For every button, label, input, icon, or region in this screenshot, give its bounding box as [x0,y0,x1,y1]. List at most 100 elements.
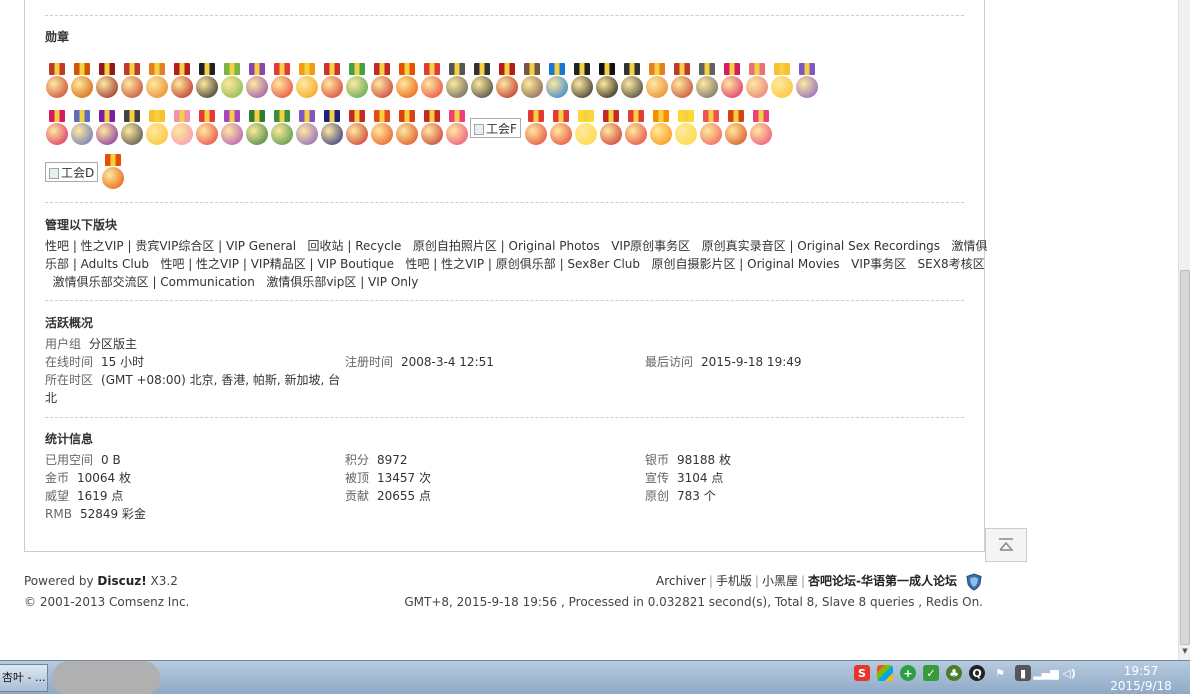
medal-icon[interactable] [420,63,444,99]
medal-icon[interactable] [270,110,294,146]
medal-icon[interactable] [574,110,598,146]
medal-icon[interactable] [695,63,719,99]
managed-forums-line[interactable]: 乐部 | Adults Club 性吧 | 性之VIP | VIP精品区 | V… [45,255,985,273]
medal-icon[interactable] [195,63,219,99]
medal-icon[interactable] [170,110,194,146]
medal-icon[interactable] [645,63,669,99]
medal-icon[interactable] [320,63,344,99]
medal-icon[interactable] [395,63,419,99]
medal-icon[interactable] [749,110,773,146]
stat-prestige: 威望 1619 点 [45,487,123,505]
medal-icon[interactable] [120,63,144,99]
medal-icon[interactable] [120,110,144,146]
qq-icon[interactable]: Q [969,665,985,681]
medal-icon[interactable] [445,63,469,99]
medal-icon[interactable] [670,63,694,99]
medal-icon[interactable] [320,110,344,146]
system-tray: S + ✓ ♣ Q ⚑ ▮ ▂▄▆ ◁) [854,665,1084,681]
medal-icon[interactable] [145,110,169,146]
back-to-top-button[interactable] [985,528,1027,562]
medal-icon[interactable] [245,110,269,146]
medal-icon[interactable] [295,63,319,99]
medal-icon[interactable] [95,63,119,99]
scrollbar-thumb[interactable] [1180,270,1190,645]
medal-icon[interactable] [620,63,644,99]
medal-icon[interactable] [45,63,69,99]
managed-forums-line[interactable]: 性吧 | 性之VIP | 贵宾VIP综合区 | VIP General 回收站 … [45,237,988,255]
medal-icon[interactable] [220,63,244,99]
medal-icon[interactable] [345,110,369,146]
medal-icon[interactable] [220,110,244,146]
medal-icon[interactable] [420,110,444,146]
medal-icon[interactable] [549,110,573,146]
medal-icon[interactable] [345,63,369,99]
stat-value: 8972 [377,453,408,467]
usb-icon[interactable]: ▮ [1015,665,1031,681]
flag-icon[interactable]: ⚑ [992,665,1008,681]
medal-icon[interactable] [470,63,494,99]
medal-icon[interactable] [599,110,623,146]
stat-label: 宣传 [645,471,670,485]
medal-icon[interactable] [699,110,723,146]
medal-icon[interactable] [595,63,619,99]
arrow-up-icon [999,538,1014,551]
volume-icon[interactable]: ◁) [1061,665,1077,681]
medals-title: 勋章 [45,30,70,44]
medal-icon[interactable] [674,110,698,146]
managed-forums-line[interactable]: 激情俱乐部交流区 | Communication 激情俱乐部vip区 | VIP… [45,273,965,291]
clock[interactable]: 19:57 2015/9/18 [1110,664,1172,694]
stat-original: 原创 783 个 [645,487,716,505]
network-icon[interactable]: ▂▄▆ [1033,665,1058,681]
tree-icon[interactable]: ♣ [946,665,962,681]
medal-icon[interactable] [724,110,748,146]
discuz-link[interactable]: Discuz! [97,574,146,588]
medal-icon[interactable] [245,63,269,99]
360-security-icon[interactable]: + [900,665,916,681]
medal-icon[interactable] [445,110,469,146]
medal-icon[interactable] [295,110,319,146]
broken-medal-image[interactable]: 工会F [470,118,521,138]
blackroom-link[interactable]: 小黑屋 [762,571,798,592]
medal-icon[interactable] [195,110,219,146]
medal-icon[interactable] [70,63,94,99]
windows-flag-icon[interactable] [877,665,893,681]
medal-icon[interactable] [370,110,394,146]
vertical-scrollbar[interactable]: ▼ [1178,0,1190,660]
medal-icon[interactable] [545,63,569,99]
managed-forums-list: 性吧 | 性之VIP | 贵宾VIP综合区 | VIP General 回收站 … [45,237,988,291]
taskbar-window-button[interactable]: 杏叶 - ... [0,664,48,692]
medal-icon[interactable] [720,63,744,99]
medal-icon[interactable] [370,63,394,99]
medal-icon[interactable] [170,63,194,99]
medal-icon[interactable] [70,110,94,146]
security-shield-icon[interactable] [965,572,983,591]
medal-icon[interactable] [624,110,648,146]
scroll-down-arrow-icon[interactable]: ▼ [1180,647,1190,659]
shield-icon[interactable]: ✓ [923,665,939,681]
stat-label: 已用空间 [45,453,94,467]
medal-icon[interactable] [745,63,769,99]
broken-medal-image[interactable]: 工会D [45,162,99,182]
medal-icon[interactable] [101,154,125,190]
stat-value: 783 个 [677,489,716,503]
medal-icon[interactable] [570,63,594,99]
stat-value: 13457 次 [377,471,432,485]
medal-icon[interactable] [495,63,519,99]
medal-icon[interactable] [649,110,673,146]
mobile-link[interactable]: 手机版 [716,571,752,592]
stat-value: 0 B [101,453,121,467]
site-name-link[interactable]: 杏吧论坛-华语第一成人论坛 [808,571,957,592]
user-group-value[interactable]: 分区版主 [89,337,137,351]
sogou-ime-icon[interactable]: S [854,665,870,681]
medal-icon[interactable] [145,63,169,99]
medal-icon[interactable] [270,63,294,99]
medal-icon[interactable] [395,110,419,146]
medal-row: 工会F [45,110,774,146]
medal-icon[interactable] [520,63,544,99]
medal-icon[interactable] [770,63,794,99]
medal-icon[interactable] [795,63,819,99]
medal-icon[interactable] [45,110,69,146]
medal-icon[interactable] [95,110,119,146]
archiver-link[interactable]: Archiver [656,571,706,592]
medal-icon[interactable] [524,110,548,146]
